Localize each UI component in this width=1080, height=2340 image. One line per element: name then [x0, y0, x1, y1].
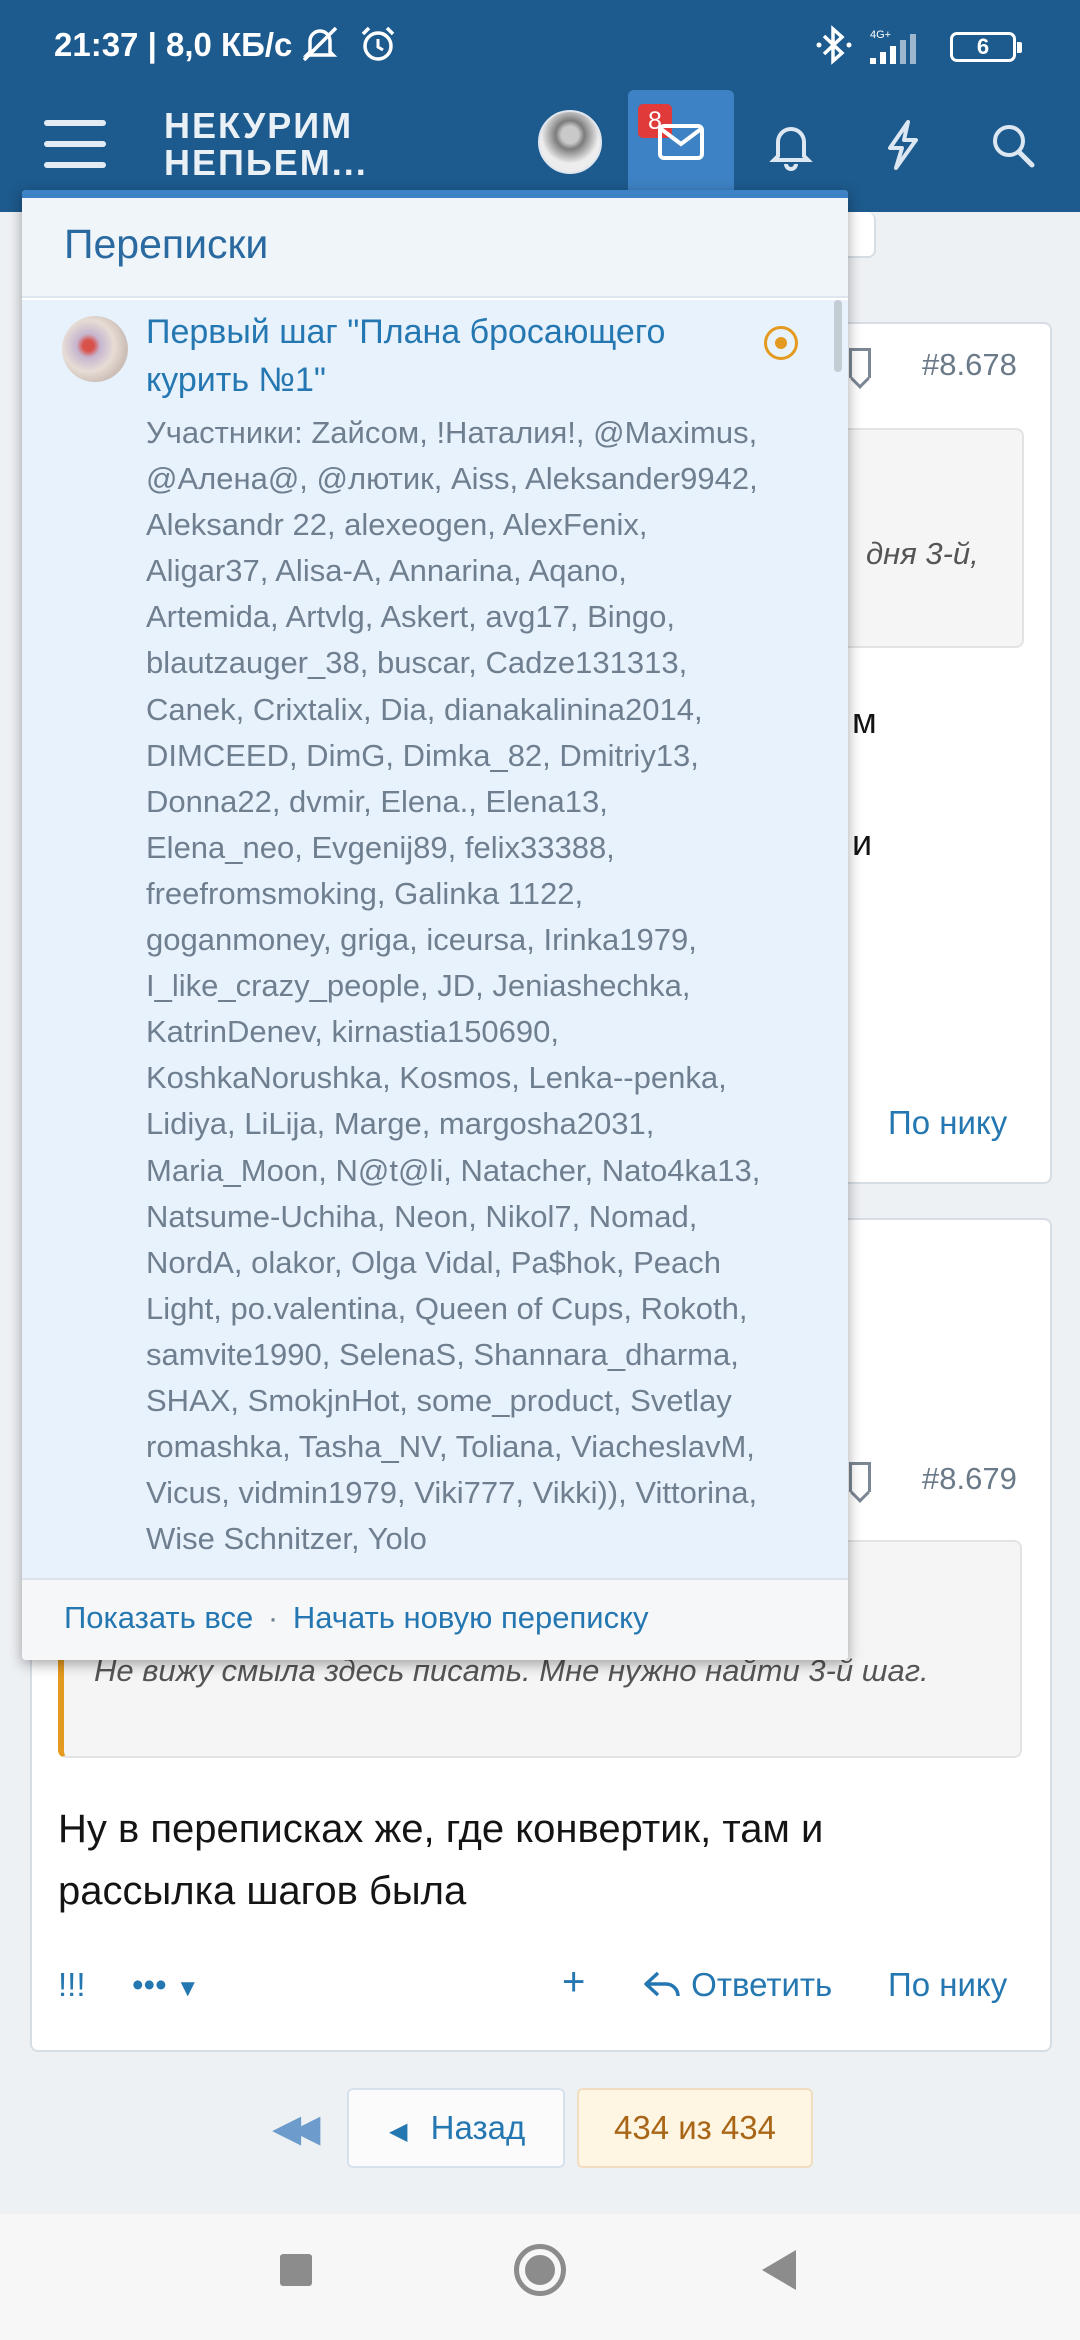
- post-number[interactable]: #8.678: [922, 347, 1017, 383]
- exclaim-button[interactable]: !!!: [58, 1966, 86, 2004]
- popup-pointer: [664, 172, 702, 191]
- conversation-list[interactable]: Первый шаг "Плана бросающего курить №1" …: [22, 300, 848, 1578]
- logo-line2: НЕПЬЕМ...: [164, 142, 368, 183]
- network-type: 4G+: [870, 29, 891, 41]
- bookmark-icon[interactable]: [849, 348, 871, 378]
- search-icon[interactable]: [988, 118, 1038, 177]
- by-nick-link[interactable]: По нику: [888, 1966, 1007, 2004]
- site-logo[interactable]: НЕКУРИМ НЕПЬЕМ...: [164, 107, 368, 181]
- prev-page-button[interactable]: ◀ Назад: [347, 2088, 565, 2168]
- reply-button[interactable]: Ответить: [642, 1966, 832, 2004]
- lightning-icon[interactable]: [878, 118, 928, 177]
- separator: ·: [267, 1600, 279, 1635]
- popup-footer: Показать все · Начать новую переписку: [22, 1578, 848, 1660]
- status-time: 21:37 | 8,0 КБ/с: [54, 26, 293, 63]
- battery-indicator: 6: [950, 32, 1022, 62]
- chevron-down-icon: ▼: [175, 1975, 200, 2002]
- reply-label: Ответить: [691, 1966, 833, 2003]
- chevron-left-icon: ◀: [389, 2118, 408, 2145]
- conversations-popup: Переписки Первый шаг "Плана бросающего к…: [22, 190, 848, 1660]
- post-number[interactable]: #8.679: [922, 1461, 1017, 1497]
- conversation-avatar[interactable]: [62, 316, 128, 382]
- new-conversation-link[interactable]: Начать новую переписку: [293, 1600, 649, 1635]
- system-nav-bar: [0, 2214, 1080, 2340]
- menu-icon[interactable]: [44, 120, 106, 172]
- more-dots: •••: [132, 1966, 167, 2003]
- status-bar: 21:37 | 8,0 КБ/с 4G+ 6: [0, 0, 1080, 90]
- bell-icon[interactable]: [766, 118, 816, 177]
- user-avatar[interactable]: [538, 110, 602, 174]
- bookmark-icon[interactable]: [849, 1462, 871, 1492]
- reply-icon: [644, 1971, 680, 1997]
- post-text-fragment: м: [852, 700, 877, 741]
- logo-line1: НЕКУРИМ: [164, 105, 354, 146]
- more-button[interactable]: ••• ▼: [132, 1966, 200, 2004]
- first-page-icon[interactable]: ◀◀: [272, 2106, 321, 2151]
- home-icon[interactable]: [514, 2244, 566, 2296]
- post-text-fragment: и: [852, 822, 873, 863]
- quote-text: дня 3-й,: [866, 536, 979, 571]
- signal-icon: 4G+: [868, 28, 938, 71]
- page-indicator[interactable]: 434 из 434: [577, 2088, 813, 2168]
- recents-icon[interactable]: [280, 2254, 312, 2286]
- alarm-icon: [356, 22, 400, 71]
- popup-accent-bar: [22, 190, 848, 198]
- prev-page-label: Назад: [430, 2109, 526, 2146]
- back-icon[interactable]: [762, 2250, 796, 2290]
- envelope-icon: [658, 124, 704, 160]
- unread-indicator-icon[interactable]: [764, 326, 798, 360]
- post-text: Ну в переписках же, где конвертик, там и…: [58, 1807, 824, 1913]
- by-nick-link[interactable]: По нику: [888, 1104, 1007, 1142]
- popup-scrollbar[interactable]: [834, 300, 842, 372]
- conversation-title[interactable]: Первый шаг "Плана бросающего курить №1": [146, 308, 746, 404]
- conversation-participants: Участники: Zайсом, !Наталия!, @Maximus, …: [146, 415, 761, 1557]
- mute-icon: [298, 22, 342, 71]
- popup-title: Переписки: [22, 198, 848, 298]
- plus-button[interactable]: +: [562, 1960, 585, 2005]
- show-all-link[interactable]: Показать все: [64, 1600, 253, 1635]
- bluetooth-icon: [812, 22, 856, 73]
